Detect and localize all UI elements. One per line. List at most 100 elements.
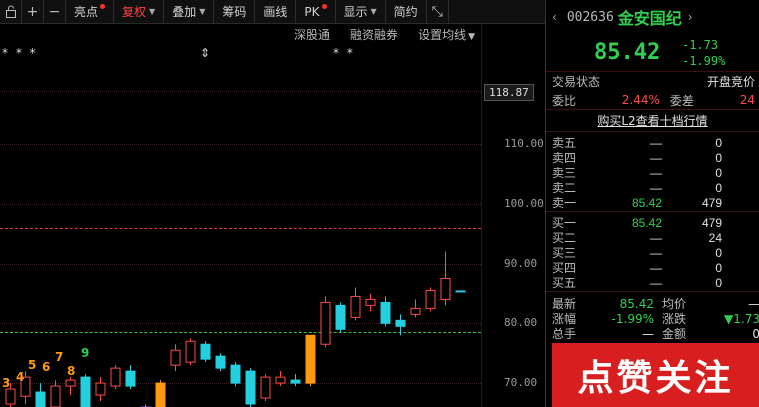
candle (95, 377, 106, 402)
candle (245, 368, 256, 407)
expand-icon[interactable]: ⤡ (427, 0, 449, 24)
orderbook-volume: 0 (715, 260, 722, 275)
next-stock-icon[interactable]: › (688, 10, 693, 24)
rights-dropdown[interactable]: 复权 ▼ (114, 0, 165, 24)
amount-value: 0 (752, 326, 759, 341)
candle (200, 341, 211, 363)
orderbook-row: 卖四 —0 (552, 149, 759, 166)
diff-label: 委差 (669, 93, 694, 108)
orderbook-row: 买三 —0 (552, 244, 759, 261)
notification-dot (100, 4, 106, 9)
sequence-marker: 5 (28, 358, 37, 372)
change-value: -1.73 (682, 37, 719, 52)
orderbook-price: — (650, 135, 662, 150)
sequence-marker: 8 (67, 364, 76, 378)
candle (230, 362, 241, 387)
candle (425, 287, 436, 312)
y-tick-label: 118.87 (484, 84, 534, 101)
candle (380, 296, 391, 327)
orderbook-volume: 479 (701, 195, 722, 210)
total-value: — (642, 326, 654, 341)
orderbook-price: — (650, 245, 662, 260)
candle (80, 374, 91, 407)
overlay-dropdown[interactable]: 叠加 ▼ (164, 0, 215, 24)
orderbook-row: 买四 —0 (552, 259, 759, 276)
orderbook-volume: 0 (715, 150, 722, 165)
candle (215, 353, 226, 372)
draw-button[interactable]: 画线 (255, 0, 297, 24)
candle (455, 290, 466, 293)
y-tick-label: 110.00 (504, 137, 544, 150)
prev-stock-icon[interactable]: ‹ (552, 10, 557, 24)
caret-down-icon: ▼ (370, 7, 377, 16)
candle (185, 338, 196, 366)
candle (440, 251, 451, 306)
sequence-marker: 6 (42, 360, 51, 374)
ratio-label: 委比 (552, 93, 577, 108)
sequence-marker: 9 (81, 346, 90, 360)
candle (320, 296, 331, 348)
pk-label: PK (304, 4, 320, 19)
y-tick-label: 90.00 (504, 256, 538, 270)
price-axis: 118.87 110.00 100.00 90.00 80.00 70.00 (481, 24, 545, 407)
orderbook-price: — (650, 150, 662, 165)
candle (350, 287, 361, 321)
trade-status-row: 交易状态 开盘竞价 (546, 72, 759, 91)
pk-button[interactable]: PK (296, 0, 336, 24)
latest-value: 85.42 (619, 296, 654, 311)
orderbook-row: 卖一 85.42 479 (552, 194, 759, 211)
total-label: 总手 (552, 327, 577, 341)
candle (125, 365, 136, 390)
trade-status-label: 交易状态 (552, 75, 601, 89)
orderbook-volume: 0 (715, 180, 722, 195)
sequence-marker: 3 (2, 376, 11, 390)
lock-icon[interactable] (0, 0, 22, 24)
l2-upgrade-link[interactable]: 购买L2查看十档行情 (546, 110, 759, 132)
orderbook-price: — (650, 275, 662, 290)
change-pct: -1.99% (682, 53, 726, 68)
y-tick-label: 70.00 (504, 376, 538, 390)
highlight-button[interactable]: 亮点 (66, 0, 115, 24)
avg-value: — (748, 296, 759, 311)
candle (155, 380, 166, 407)
minus-icon[interactable]: − (44, 0, 66, 24)
amount-label: 金额 (662, 327, 687, 341)
kline-chart[interactable]: 深股通 融资融券 设置均线 ▼ * * * ⇕ * * 3456789 118.8… (0, 24, 545, 407)
orderbook-price: — (650, 260, 662, 275)
ask-book: 卖五 —0 卖四 —0 卖三 —0 卖二 —0 卖一 85.42 479 (546, 132, 759, 212)
orderbook-row: 买二 —24 (552, 229, 759, 246)
current-price: 85.42 (594, 40, 661, 65)
orderbook-price: — (650, 165, 662, 180)
display-dropdown[interactable]: 显示 ▼ (336, 0, 386, 24)
highlight-label: 亮点 (74, 5, 99, 19)
draw-label: 画线 (263, 5, 288, 19)
pct-row: 涨幅 -1.99% 涨跌 ▼1.73 (546, 310, 759, 327)
change-block: -1.73 -1.99% (682, 37, 725, 69)
orderbook-volume: 24 (708, 230, 722, 245)
caret-down-icon: ▼ (149, 7, 156, 16)
candle (335, 302, 346, 333)
sequence-marker: 7 (55, 350, 64, 364)
candle (260, 374, 271, 402)
orderbook-volume: 0 (715, 135, 722, 150)
candle (50, 380, 61, 407)
diff-value: 24 (739, 93, 755, 107)
orderbook-price: — (650, 180, 662, 195)
orderbook-price: 85.42 (631, 195, 662, 210)
candles-layer (5, 251, 466, 407)
orderbook-row: 买五 — 0 (552, 274, 759, 291)
candle (65, 377, 76, 396)
orderbook-row: 卖三 —0 (552, 164, 759, 181)
simple-button[interactable]: 简约 (386, 0, 427, 24)
caret-down-icon: ▼ (199, 7, 206, 16)
total-row: 总手 — 金额 0 (546, 325, 759, 342)
candle (275, 371, 286, 387)
orderbook-level-label: 卖一 (552, 196, 577, 210)
stats-block: 最新 85.42 均价 — 涨幅 -1.99% 涨跌 ▼1.73 总手 — 金额… (546, 292, 759, 342)
bid-book: 买一 85.42 479 买二 —24 买三 —0 买四 —0 买五 —0 (546, 212, 759, 292)
overlay-label: 叠加 (172, 5, 197, 19)
plus-icon[interactable]: + (22, 0, 44, 24)
like-follow-banner[interactable]: 点赞关注 (552, 343, 759, 407)
candle (365, 293, 376, 312)
chips-button[interactable]: 筹码 (214, 0, 256, 24)
